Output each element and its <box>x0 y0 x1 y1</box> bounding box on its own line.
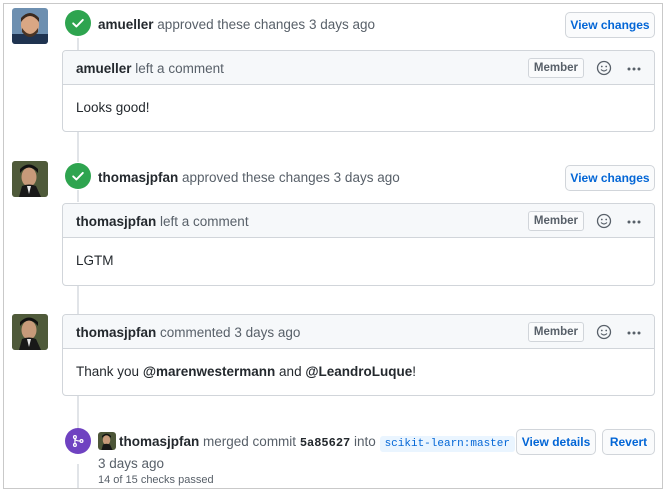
checks-status[interactable]: 14 of 15 checks passed <box>98 474 214 486</box>
merge-into-text: into <box>354 434 376 449</box>
kebab-horizontal-icon[interactable] <box>626 214 642 230</box>
timestamp[interactable]: 3 days ago <box>234 325 300 340</box>
comment-body: Looks good! <box>76 100 150 115</box>
avatar[interactable] <box>98 432 116 450</box>
smiley-icon[interactable] <box>596 60 612 76</box>
body-text: and <box>279 364 302 379</box>
timestamp[interactable]: 3 days ago <box>309 17 375 32</box>
view-details-button[interactable]: View details <box>516 429 596 455</box>
comment-action: left a comment <box>160 214 249 229</box>
review-event-line: amueller approved these changes 3 days a… <box>98 17 375 32</box>
commit-sha-link[interactable]: 5a85627 <box>300 436 350 450</box>
check-icon <box>72 171 84 181</box>
body-text: ! <box>412 364 417 379</box>
comment-header: thomasjpfan left a comment Member <box>63 204 654 238</box>
pr-timeline: amueller approved these changes 3 days a… <box>3 3 663 489</box>
author-link[interactable]: thomasjpfan <box>98 170 178 185</box>
git-merge-icon <box>72 435 84 447</box>
avatar[interactable] <box>12 8 48 44</box>
author-link[interactable]: thomasjpfan <box>119 434 199 449</box>
avatar[interactable] <box>12 314 48 350</box>
comment-action: commented <box>160 325 231 340</box>
avatar[interactable] <box>12 161 48 197</box>
comment-header: amueller left a comment Member <box>63 51 654 85</box>
comment-body: LGTM <box>76 253 114 268</box>
approved-badge <box>65 10 91 36</box>
timeline-line <box>77 132 79 162</box>
kebab-horizontal-icon[interactable] <box>626 325 642 341</box>
comment-header: thomasjpfan commented 3 days ago Member <box>63 315 654 349</box>
kebab-horizontal-icon[interactable] <box>626 61 642 77</box>
member-badge: Member <box>527 58 584 78</box>
view-changes-button[interactable]: View changes <box>565 165 655 191</box>
branch-label[interactable]: scikit-learn:master <box>379 436 515 452</box>
timeline-line <box>77 464 79 488</box>
comment-author-line: thomasjpfan commented 3 days ago <box>76 325 300 340</box>
comment-action: left a comment <box>135 61 224 76</box>
user-mention[interactable]: @LeandroLuque <box>305 364 412 379</box>
review-action: approved these changes <box>157 17 306 32</box>
smiley-icon[interactable] <box>596 213 612 229</box>
timeline-line <box>77 286 79 316</box>
view-changes-button[interactable]: View changes <box>565 12 655 38</box>
comment-body: Thank you @marenwestermann and @LeandroL… <box>63 349 654 394</box>
user-mention[interactable]: @marenwestermann <box>143 364 275 379</box>
merge-event-line: thomasjpfan merged commit 5a85627 into s… <box>98 432 515 452</box>
timestamp[interactable]: 3 days ago <box>98 456 164 471</box>
review-event-line: thomasjpfan approved these changes 3 day… <box>98 170 400 185</box>
timeline-line <box>77 190 79 202</box>
review-comment: thomasjpfan left a comment Member LGTM <box>62 203 655 286</box>
smiley-icon[interactable] <box>596 324 612 340</box>
body-text: Thank you <box>76 364 140 379</box>
issue-comment: thomasjpfan commented 3 days ago Member … <box>62 314 655 396</box>
member-badge: Member <box>527 211 584 231</box>
merge-action: merged commit <box>203 434 297 449</box>
timeline-line <box>77 38 79 50</box>
author-link[interactable]: thomasjpfan <box>76 214 156 229</box>
timestamp[interactable]: 3 days ago <box>334 170 400 185</box>
check-icon <box>72 18 84 28</box>
author-link[interactable]: amueller <box>98 17 154 32</box>
review-comment: amueller left a comment Member Looks goo… <box>62 50 655 132</box>
merged-badge <box>65 428 91 454</box>
member-badge: Member <box>527 322 584 342</box>
comment-author-line: thomasjpfan left a comment <box>76 214 249 229</box>
revert-button[interactable]: Revert <box>602 429 655 455</box>
author-link[interactable]: thomasjpfan <box>76 325 156 340</box>
review-action: approved these changes <box>182 170 330 185</box>
comment-author-line: amueller left a comment <box>76 61 224 76</box>
approved-badge <box>65 163 91 189</box>
author-link[interactable]: amueller <box>76 61 132 76</box>
